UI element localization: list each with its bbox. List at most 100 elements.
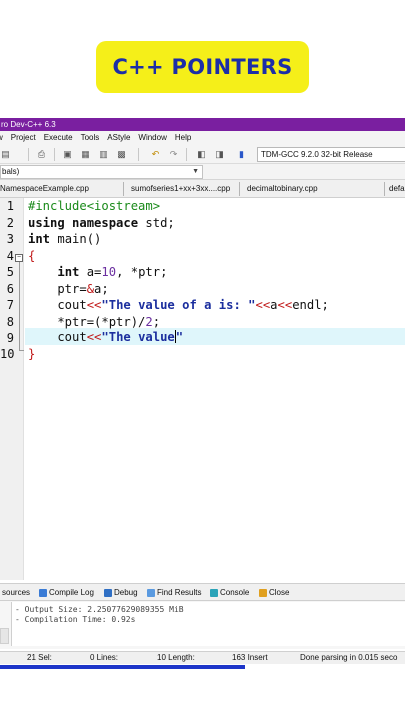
- toolbar-separator: [28, 148, 29, 161]
- code-text: cout: [28, 298, 87, 312]
- line-number: 10: [0, 347, 15, 361]
- code-text: a: [270, 298, 278, 312]
- operator: <<: [255, 298, 271, 312]
- toolbar-separator: [54, 148, 55, 161]
- status-insert: 163 Insert: [232, 653, 268, 662]
- line-number: 5: [6, 265, 14, 279]
- tab-default[interactable]: defa: [389, 180, 405, 198]
- compile-log-output[interactable]: - Output Size: 2.25077629089355 MiB - Co…: [11, 602, 405, 646]
- compiler-select[interactable]: TDM-GCC 9.2.0 32-bit Release: [257, 147, 405, 162]
- string-literal: "The value: [101, 330, 175, 344]
- status-length: 10 Length:: [157, 653, 195, 662]
- compile-icon[interactable]: ▣: [62, 149, 73, 160]
- code-line-4: {: [28, 248, 35, 265]
- menu-help[interactable]: Help: [175, 131, 191, 145]
- number-literal: 10: [101, 265, 117, 279]
- fold-guide-end: [19, 350, 24, 351]
- code-line-9: cout<<"The value": [28, 329, 183, 346]
- code-text: ptr=: [28, 282, 87, 296]
- string-literal: ": [175, 330, 184, 344]
- code-text: endl;: [292, 298, 329, 312]
- tab-compile-log[interactable]: Compile Log: [39, 584, 94, 601]
- video-title-banner: C++ POINTERS: [96, 41, 309, 93]
- log-side-button[interactable]: [0, 628, 9, 644]
- tab-debug[interactable]: Debug: [104, 584, 138, 601]
- keyword: int: [57, 265, 80, 279]
- menu-tools[interactable]: Tools: [81, 131, 100, 145]
- code-line-5: int a=10, *ptr;: [28, 264, 167, 281]
- line-number: 6: [6, 282, 14, 296]
- code-line-6: ptr=&a;: [28, 281, 109, 298]
- code-text: a;: [94, 282, 109, 296]
- status-lines: 0 Lines:: [90, 653, 119, 662]
- tab-find-results[interactable]: Find Results: [147, 584, 201, 601]
- code-line-2: using namespace std;: [28, 215, 175, 232]
- tab-namespace-example[interactable]: NamespaceExample.cpp: [0, 180, 89, 198]
- tab-label: Find Results: [157, 588, 202, 597]
- line-number: 7: [6, 298, 14, 312]
- tab-console[interactable]: Console: [210, 584, 249, 601]
- menu-project[interactable]: Project: [11, 131, 36, 145]
- tab-separator: [239, 182, 240, 196]
- line-number: 8: [6, 315, 14, 329]
- find-results-icon: [147, 588, 155, 597]
- compile-log-icon: [39, 588, 47, 597]
- compiler-select-value: TDM-GCC 9.2.0 32-bit Release: [261, 150, 373, 159]
- log-line: - Output Size: 2.25077629089355 MiB: [15, 605, 184, 614]
- line-number: 4: [6, 249, 14, 263]
- globals-combo[interactable]: bals) ▼: [0, 165, 203, 179]
- keyword: int: [28, 232, 51, 246]
- undo-icon[interactable]: ↶: [150, 149, 161, 160]
- operator: <<: [86, 298, 102, 312]
- editor-tabs: NamespaceExample.cpp sumofseries1+xx+3xx…: [0, 180, 405, 198]
- fold-guide: [19, 262, 20, 350]
- status-sel: 21 Sel:: [27, 653, 52, 662]
- window-title: ro Dev-C++ 6.3: [1, 120, 56, 129]
- tab-label: sources: [2, 588, 31, 597]
- chevron-down-icon: ▼: [192, 168, 199, 175]
- class-browser-row: bals) ▼: [0, 164, 405, 180]
- run-icon[interactable]: ▦: [80, 149, 91, 160]
- window-title-bar: ro Dev-C++ 6.3: [0, 118, 405, 131]
- indent-icon[interactable]: ◧: [196, 149, 207, 160]
- print-icon[interactable]: ⎙: [36, 149, 47, 160]
- status-bar: 21 Sel: 0 Lines: 10 Length: 163 Insert D…: [0, 651, 405, 664]
- new-file-icon[interactable]: ▤: [0, 149, 11, 160]
- code-text: a=: [79, 265, 102, 279]
- tab-sources[interactable]: sources: [2, 584, 30, 601]
- fold-toggle-icon[interactable]: −: [15, 254, 23, 262]
- tab-close[interactable]: Close: [259, 584, 289, 601]
- toolbar-separator: [138, 148, 139, 161]
- line-number-gutter: 1 2 3 4 5 6 7 8 9 10 −: [0, 198, 24, 580]
- code-text: std;: [138, 216, 175, 230]
- operator: <<: [277, 298, 293, 312]
- toolbar-separator: [186, 148, 187, 161]
- string-literal: "The value of a is: ": [101, 298, 256, 312]
- debug-icon[interactable]: ▩: [116, 149, 127, 160]
- tab-sum-of-series[interactable]: sumofseries1+xx+3xx....cpp: [131, 180, 230, 198]
- bookmark-icon[interactable]: ▮: [236, 149, 247, 160]
- toolbar: ▤ ⎙ ▣ ▦ ▥ ▩ ↶ ↷ ◧ ◨ ▮ TDM-GCC 9.2.0 32-b…: [0, 145, 405, 164]
- video-progress-bar: [0, 665, 245, 669]
- globals-combo-value: bals): [2, 167, 20, 176]
- close-icon: [259, 588, 267, 597]
- rebuild-icon[interactable]: ▥: [98, 149, 109, 160]
- menu-astyle[interactable]: AStyle: [107, 131, 130, 145]
- tab-decimal-to-binary[interactable]: decimaltobinary.cpp: [247, 180, 318, 198]
- unindent-icon[interactable]: ◨: [214, 149, 225, 160]
- tab-label: Debug: [114, 588, 138, 597]
- menu-execute[interactable]: Execute: [44, 131, 73, 145]
- tab-label: Close: [269, 588, 290, 597]
- menu-view[interactable]: w: [0, 131, 3, 145]
- code-editor[interactable]: 1 2 3 4 5 6 7 8 9 10 − #include<iostream…: [0, 198, 405, 580]
- code-line-1: #include<iostream>: [28, 198, 160, 215]
- code-line-7: cout<<"The value of a is: "<<a<<endl;: [28, 297, 329, 314]
- preprocessor-directive: #include<iostream>: [28, 199, 161, 213]
- menu-window[interactable]: Window: [138, 131, 166, 145]
- redo-icon[interactable]: ↷: [168, 149, 179, 160]
- code-text: *ptr=(*ptr)/: [28, 315, 146, 329]
- number-literal: 2: [145, 315, 153, 329]
- status-parsing: Done parsing in 0.015 seco: [300, 653, 398, 662]
- code-text: ;: [152, 315, 161, 329]
